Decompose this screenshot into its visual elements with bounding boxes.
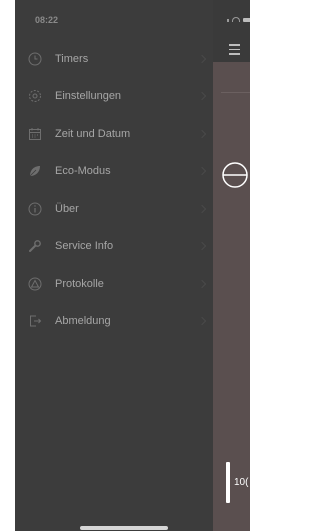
menu-item-zeit-und-datum[interactable]: Zeit und Datum: [15, 115, 213, 153]
menu-item-ueber[interactable]: Über: [15, 190, 213, 228]
drawer-menu: Timers Einstellungen Zeit und Datum Eco-…: [15, 40, 213, 340]
chevron-right-icon: [197, 92, 207, 101]
home-indicator: [80, 526, 168, 530]
status-time: 08:22: [35, 15, 59, 25]
menu-item-protokolle[interactable]: Protokolle: [15, 265, 213, 303]
menu-item-einstellungen[interactable]: Einstellungen: [15, 78, 213, 116]
chevron-right-icon: [197, 242, 207, 251]
slider-value: 10(: [234, 477, 249, 488]
clock-icon: [28, 52, 42, 66]
info-icon: [28, 202, 42, 216]
chevron-right-icon: [197, 317, 207, 326]
menu-item-label: Über: [55, 202, 79, 215]
left-gutter: [0, 0, 15, 531]
menu-item-label: Service Info: [55, 240, 114, 253]
menu-item-label: Einstellungen: [55, 90, 122, 103]
menu-item-service-info[interactable]: Service Info: [15, 228, 213, 266]
wrench-icon: [28, 239, 42, 253]
leaf-icon: [28, 164, 42, 178]
app-screen: 08:22 Timers Einstellungen Zeit und Datu…: [0, 0, 250, 531]
signal-icon: [227, 19, 229, 22]
chevron-right-icon: [197, 54, 207, 63]
menu-item-label: Timers: [55, 52, 89, 65]
hamburger-menu-icon[interactable]: [229, 44, 240, 58]
chevron-right-icon: [197, 204, 207, 213]
chevron-right-icon: [197, 129, 207, 138]
warning-icon: [28, 277, 42, 291]
menu-item-label: Protokolle: [55, 277, 104, 290]
menu-item-label: Eco-Modus: [55, 165, 111, 178]
menu-item-abmeldung[interactable]: Abmeldung: [15, 303, 213, 341]
divider: [221, 92, 250, 93]
wifi-icon: [232, 17, 240, 22]
gear-icon: [28, 89, 42, 103]
level-slider[interactable]: [226, 462, 230, 503]
menu-item-timers[interactable]: Timers: [15, 40, 213, 78]
battery-icon: [243, 18, 250, 22]
menu-item-eco-modus[interactable]: Eco-Modus: [15, 153, 213, 191]
calendar-icon: [28, 127, 42, 141]
background-screen: 10(: [213, 0, 250, 531]
logout-icon: [28, 314, 42, 328]
menu-item-label: Zeit und Datum: [55, 127, 131, 140]
chevron-right-icon: [197, 167, 207, 176]
status-bar: 08:22: [15, 0, 213, 30]
menu-item-label: Abmeldung: [55, 315, 111, 328]
chevron-right-icon: [197, 279, 207, 288]
power-dial-icon[interactable]: [220, 160, 250, 190]
status-icons: [227, 17, 250, 22]
navigation-drawer: 08:22 Timers Einstellungen Zeit und Datu…: [15, 0, 213, 531]
background-header: [213, 0, 250, 62]
